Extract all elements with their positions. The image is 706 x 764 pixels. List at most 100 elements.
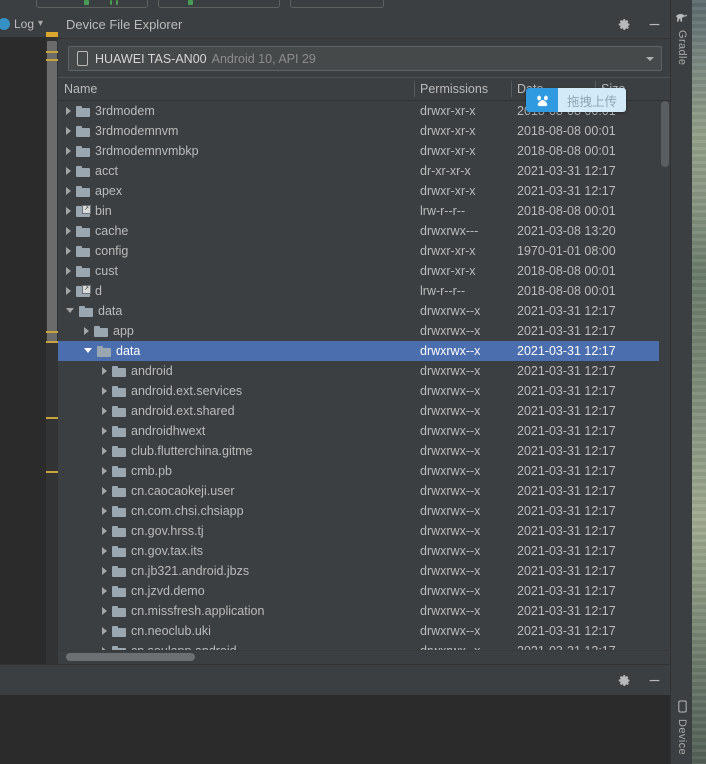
minus-icon[interactable] [646,672,662,688]
chevron-right-icon[interactable] [102,407,107,415]
row-name-label: bin [95,204,112,218]
table-row[interactable]: datadrwxrwx--x2021-03-31 12:174 KB [58,341,670,361]
toolbar-widget-1[interactable] [36,0,148,8]
file-list[interactable]: 3rdmodemdrwxr-xr-x2018-08-08 00:0127 B3r… [58,101,670,650]
ide-window: Log ▾ Device File Explorer HUAWEI TAS-AN… [0,0,706,764]
sidebar-item-gradle[interactable]: Gradle [671,12,693,65]
file-list-scrollbar-thumb[interactable] [661,101,669,167]
chevron-right-icon[interactable] [102,467,107,475]
chevron-right-icon[interactable] [66,107,71,115]
panel-header: Device File Explorer [58,10,670,39]
row-name-cell: android.ext.shared [102,401,235,421]
row-name-cell: cn.missfresh.application [102,601,264,621]
row-name-label: androidhwext [131,424,206,438]
sidebar-item-device-file-explorer[interactable]: Device [671,700,693,755]
row-permissions: drwxrwx--x [420,584,481,598]
row-name-cell: cmb.pb [102,461,172,481]
table-row[interactable]: cmb.pbdrwxrwx--x2021-03-31 12:174 KB [58,461,670,481]
chevron-right-icon[interactable] [66,167,71,175]
file-list-scrollbar[interactable] [659,101,670,650]
table-row[interactable]: datadrwxrwx--x2021-03-31 12:174 KB [58,301,670,321]
chevron-down-icon[interactable] [646,56,654,61]
toolbar-widget-2[interactable] [158,0,280,8]
table-row[interactable]: configdrwxr-xr-x1970-01-01 08:000 B [58,241,670,261]
chevron-right-icon[interactable] [66,127,71,135]
gear-icon[interactable] [616,672,632,688]
row-name-cell: 3rdmodemnvmbkp [66,141,199,161]
chevron-right-icon[interactable] [102,507,107,515]
table-row[interactable]: cn.gov.hrss.tj drwxrwx--x 2021-03-31 12:17… [58,521,670,541]
row-name-label: cust [95,264,118,278]
table-row[interactable]: cn.caocaokeji.user drwxrwx--x 2021-03-31 1… [58,481,670,501]
chevron-right-icon[interactable] [102,627,107,635]
table-row[interactable]: apexdrwxr-xr-x2021-03-31 12:17320 B [58,181,670,201]
baidu-upload-badge[interactable]: 拖拽上传 [526,88,627,112]
chevron-right-icon[interactable] [102,447,107,455]
table-row[interactable]: 3rdmodemnvmdrwxr-xr-x2018-08-08 00:0127 … [58,121,670,141]
chevron-right-icon[interactable] [66,247,71,255]
table-row[interactable]: club.flutterchina.gitme drwxrwx--x 2021-03… [58,441,670,461]
gear-icon[interactable] [616,16,632,32]
chevron-right-icon[interactable] [102,567,107,575]
editor-scrollbar-thumb[interactable] [47,41,57,341]
table-row[interactable]: cn.soulapp.androiddrwxrwx--x2021-03-31 1… [58,641,670,650]
table-row[interactable]: cn.neoclub.uki drwxrwx--x 2021-03-31 12:17… [58,621,670,641]
row-name-label: cn.caocaokeji.user [131,484,235,498]
chevron-down-icon[interactable] [84,347,92,357]
folder-icon [112,465,126,477]
editor-scrollbar[interactable] [46,37,58,664]
table-row[interactable]: android.ext.services drwxrwx--x 2021-03-31… [58,381,670,401]
sidebar-item-gradle-label: Gradle [676,30,688,66]
chevron-right-icon[interactable] [66,187,71,195]
chevron-right-icon[interactable] [66,287,71,295]
chevron-right-icon[interactable] [66,147,71,155]
chevron-right-icon[interactable] [102,367,107,375]
chevron-right-icon[interactable] [66,267,71,275]
table-row[interactable]: cn.com.chsi.chsiapp drwxrwx--x 2021-03-31 … [58,501,670,521]
column-header-permissions[interactable]: Permissions [414,78,511,100]
device-selector[interactable]: HUAWEI TAS-AN00 Android 10, API 29 [68,46,662,71]
chevron-right-icon[interactable] [102,547,107,555]
column-header-name[interactable]: Name [58,78,420,100]
chevron-right-icon[interactable] [66,227,71,235]
row-permissions: dr-xr-xr-x [420,164,471,178]
folder-icon [112,405,126,417]
chevron-right-icon[interactable] [102,527,107,535]
minus-icon[interactable] [646,16,662,32]
table-row[interactable]: appdrwxrwx--x2021-03-31 12:174 KB [58,321,670,341]
table-row[interactable]: custdrwxr-xr-x2018-08-08 00:01127 B [58,261,670,281]
table-row[interactable]: cn.gov.tax.its drwxrwx--x 2021-03-31 12:17… [58,541,670,561]
table-row[interactable]: cn.jb321.android.jbzs drwxrwx--x 2021-03-3… [58,561,670,581]
row-name-cell: acct [66,161,118,181]
table-row[interactable]: ↗binlrw-r--r--2018-08-08 00:0111 B [58,201,670,221]
dot-icon [116,0,118,5]
toolbar-widget-3[interactable] [290,0,384,8]
chevron-right-icon[interactable] [84,327,89,335]
chevron-down-icon[interactable]: ▾ [38,18,43,29]
file-list-hscrollbar[interactable] [58,650,670,662]
table-row[interactable]: cn.jzvd.demodrwxrwx--x2021-03-31 12:174 … [58,581,670,601]
chevron-right-icon[interactable] [66,207,71,215]
table-row[interactable]: cachedrwxrwx---2021-03-08 13:204 KB [58,221,670,241]
row-name-cell: cache [66,221,128,241]
chevron-right-icon[interactable] [102,587,107,595]
row-permissions: drwxr-xr-x [420,124,476,138]
row-permissions: drwxrwx--x [420,504,481,518]
chevron-right-icon[interactable] [102,487,107,495]
chevron-right-icon[interactable] [102,387,107,395]
table-row[interactable]: acctdr-xr-xr-x2021-03-31 12:170 B [58,161,670,181]
row-name-cell: app [84,321,134,341]
table-row[interactable]: android.ext.shared drwxrwx--x 2021-03-31 1… [58,401,670,421]
row-name-cell: data [84,341,140,361]
table-row[interactable]: cn.missfresh.application drwxrwx--x 2021-0… [58,601,670,621]
chevron-right-icon[interactable] [102,427,107,435]
table-row[interactable]: androiddrwxrwx--x2021-03-31 12:174 KB [58,361,670,381]
row-name-label: cache [95,224,129,238]
folder-icon [76,265,90,277]
chevron-right-icon[interactable] [102,607,107,615]
table-row[interactable]: androidhwextdrwxrwx--x2021-03-31 12:174 … [58,421,670,441]
table-row[interactable]: 3rdmodemnvmbkp drwxr-xr-x 2018-08-08 00:01… [58,141,670,161]
chevron-down-icon[interactable] [66,307,74,317]
file-list-hscrollbar-thumb[interactable] [66,653,195,661]
table-row[interactable]: ↗dlrw-r--r--2018-08-08 00:0117 B [58,281,670,301]
